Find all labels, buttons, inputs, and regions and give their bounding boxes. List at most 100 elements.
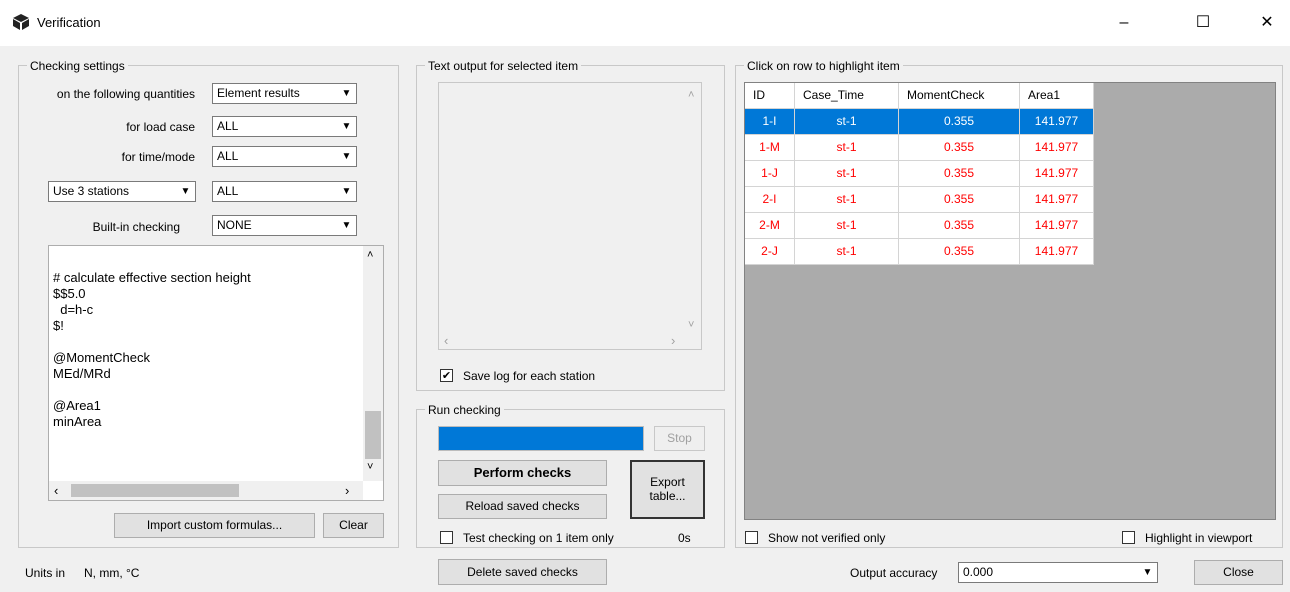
reload-saved-checks-button[interactable]: Reload saved checks <box>438 494 607 519</box>
formula-line: @Area1 <box>53 398 101 413</box>
loadcase-value: ALL <box>217 119 239 133</box>
close-button[interactable]: Close <box>1194 560 1283 585</box>
results-grid[interactable]: ID Case_Time MomentCheck Area1 1-I st-1 0.355 1… <box>744 82 1276 520</box>
column-header[interactable]: Area1 <box>1020 83 1094 109</box>
table-cell[interactable]: st-1 <box>795 161 899 187</box>
stations-value: Use 3 stations <box>53 184 130 198</box>
units-label: Units in <box>25 566 66 580</box>
stations-all-select[interactable]: ALL ▼ <box>212 181 357 202</box>
scroll-left-icon: ‹ <box>444 333 449 348</box>
formula-line: minArea <box>53 414 102 429</box>
scroll-down-icon[interactable]: ˅ <box>367 461 373 473</box>
scroll-down-icon: ˅ <box>688 319 695 331</box>
table-cell[interactable]: 0.355 <box>899 135 1020 161</box>
quantities-value: Element results <box>217 86 300 100</box>
formula-line: MEd/MRd <box>53 366 111 381</box>
save-log-checkbox[interactable]: ✔ <box>440 369 453 382</box>
clear-button[interactable]: Clear <box>323 513 384 538</box>
table-cell[interactable]: 1-M <box>745 135 795 161</box>
units-value: N, mm, °C <box>84 566 140 580</box>
cube-icon <box>13 14 29 30</box>
chevron-down-icon: ▼ <box>1142 567 1153 578</box>
checking-settings-label: Checking settings <box>27 59 128 73</box>
formula-line: # calculate effective section height <box>53 270 251 285</box>
progress-fill <box>439 427 643 450</box>
test-checking-label: Test checking on 1 item only <box>463 531 614 545</box>
formula-line <box>53 334 251 350</box>
show-not-verified-checkbox[interactable] <box>745 531 758 544</box>
loadcase-select[interactable]: ALL ▼ <box>212 116 357 137</box>
scroll-thumb-h[interactable] <box>71 484 239 497</box>
table-cell[interactable]: st-1 <box>795 187 899 213</box>
title-bar: Verification – ☐ ✕ <box>0 0 1290 46</box>
table-cell[interactable]: st-1 <box>795 239 899 265</box>
stop-button[interactable]: Stop <box>654 426 705 451</box>
table-cell[interactable]: 1-I <box>745 109 795 135</box>
vertical-scrollbar[interactable]: ˄ ˅ <box>363 246 383 481</box>
close-window-button[interactable]: ✕ <box>1244 8 1290 38</box>
formula-line: d=h-c <box>53 302 94 317</box>
table-cell[interactable]: st-1 <box>795 109 899 135</box>
column-header[interactable]: Case_Time <box>795 83 899 109</box>
table-cell[interactable]: 141.977 <box>1020 239 1094 265</box>
results-label: Click on row to highlight item <box>744 59 903 73</box>
table-cell[interactable]: 0.355 <box>899 239 1020 265</box>
progress-bar <box>438 426 644 451</box>
export-label-1: Export <box>650 475 685 489</box>
highlight-viewport-label: Highlight in viewport <box>1145 531 1253 545</box>
table-cell[interactable]: 141.977 <box>1020 187 1094 213</box>
quantities-label: on the following quantities <box>56 87 195 101</box>
builtin-label: Built-in checking <box>92 220 180 234</box>
accuracy-label: Output accuracy <box>850 566 938 580</box>
table-cell[interactable]: 0.355 <box>899 109 1020 135</box>
show-not-verified-label: Show not verified only <box>768 531 886 545</box>
highlight-viewport-checkbox[interactable] <box>1122 531 1135 544</box>
import-formulas-button[interactable]: Import custom formulas... <box>114 513 315 538</box>
save-log-label: Save log for each station <box>463 369 596 383</box>
time-select[interactable]: ALL ▼ <box>212 146 357 167</box>
export-label-2: table... <box>649 489 686 503</box>
scroll-up-icon[interactable]: ˄ <box>367 249 373 261</box>
chevron-down-icon: ▼ <box>341 186 352 197</box>
accuracy-select[interactable]: 0.000 ▼ <box>958 562 1158 583</box>
column-header[interactable]: ID <box>745 83 795 109</box>
chevron-down-icon: ▼ <box>341 151 352 162</box>
formula-line <box>53 254 251 270</box>
table-cell[interactable]: 0.355 <box>899 213 1020 239</box>
table-cell[interactable]: 141.977 <box>1020 213 1094 239</box>
maximize-button[interactable]: ☐ <box>1180 8 1226 38</box>
formula-line: $$5.0 <box>53 286 86 301</box>
text-output-box[interactable]: ˄ ˅ ‹ › <box>438 82 702 350</box>
table-cell[interactable]: 141.977 <box>1020 109 1094 135</box>
scroll-thumb[interactable] <box>365 411 381 459</box>
builtin-select[interactable]: NONE ▼ <box>212 215 357 236</box>
minimize-button[interactable]: – <box>1101 8 1147 38</box>
table-cell[interactable]: 2-M <box>745 213 795 239</box>
table-cell[interactable]: 1-J <box>745 161 795 187</box>
table-cell[interactable]: 0.355 <box>899 187 1020 213</box>
text-output-label: Text output for selected item <box>425 59 582 73</box>
export-table-button[interactable]: Export table... <box>630 460 705 519</box>
table-cell[interactable]: 141.977 <box>1020 135 1094 161</box>
table-cell[interactable]: 2-J <box>745 239 795 265</box>
delete-saved-checks-button[interactable]: Delete saved checks <box>438 559 607 585</box>
builtin-value: NONE <box>217 218 252 232</box>
table-cell[interactable]: 141.977 <box>1020 161 1094 187</box>
formula-editor[interactable]: # calculate effective section height $$5.… <box>48 245 384 501</box>
horizontal-scrollbar[interactable]: ‹ › <box>49 481 363 500</box>
scroll-up-icon: ˄ <box>688 89 695 101</box>
test-checking-checkbox[interactable] <box>440 531 453 544</box>
table-cell[interactable]: st-1 <box>795 135 899 161</box>
table-cell[interactable]: 2-I <box>745 187 795 213</box>
quantities-select[interactable]: Element results ▼ <box>212 83 357 104</box>
column-header[interactable]: MomentCheck <box>899 83 1020 109</box>
perform-checks-button[interactable]: Perform checks <box>438 460 607 486</box>
table-cell[interactable]: st-1 <box>795 213 899 239</box>
window-title: Verification <box>37 15 101 30</box>
scroll-right-icon[interactable]: › <box>345 483 349 498</box>
stations-select[interactable]: Use 3 stations ▼ <box>48 181 196 202</box>
chevron-down-icon: ▼ <box>341 220 352 231</box>
scroll-right-icon: › <box>671 333 676 348</box>
scroll-left-icon[interactable]: ‹ <box>54 483 58 498</box>
table-cell[interactable]: 0.355 <box>899 161 1020 187</box>
